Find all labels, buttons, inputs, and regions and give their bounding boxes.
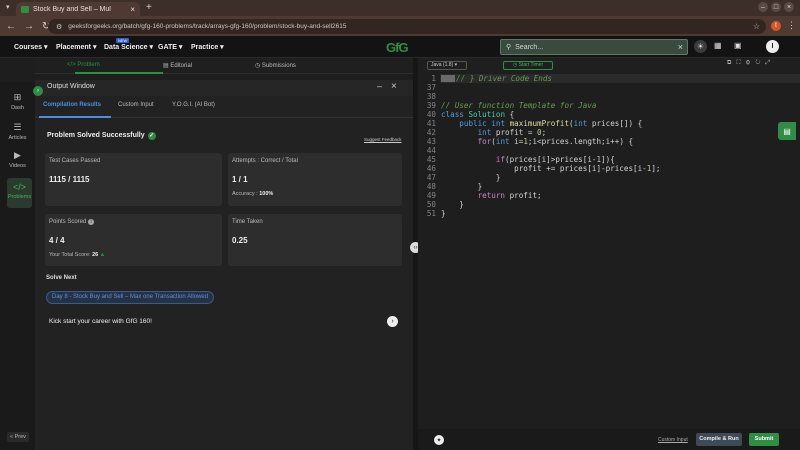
reset-icon[interactable]: ↻ [755,60,765,66]
arrow-up-icon: ▲ [99,252,106,258]
close-output-icon[interactable]: × [391,81,397,92]
time-label: Time Taken [232,219,263,225]
tab-search-icon[interactable]: ▾ [6,3,10,11]
output-window: Output Window – × Compilation Results Cu… [35,80,413,450]
collapse-panel-icon[interactable]: › [33,86,43,96]
time-card: Time Taken 0.25 [228,214,402,266]
search-placeholder: Search... [515,43,544,51]
gfg-logo[interactable]: GfG [386,40,409,55]
total-score: Your Total Score: 26 ▲ [49,252,106,258]
active-tab-underline [75,72,163,74]
solved-status: Problem Solved Successfully ✓ [47,132,156,140]
close-window-icon[interactable]: × [784,2,794,12]
editor-actions: ⧉⛶⚙↻⤢ [727,60,775,67]
rail-problems[interactable]: </> Problems [7,178,32,208]
fold-marker[interactable] [441,75,455,82]
accuracy: Accuracy : 100% [232,191,274,197]
start-timer-button[interactable]: ◷ Start Timer [503,61,553,70]
points-value: 4 / 4 [49,236,65,245]
tab-compilation-results[interactable]: Compilation Results [43,102,101,108]
prev-button[interactable]: « Prev [7,432,29,442]
close-tab-icon[interactable]: × [130,5,135,14]
suggest-feedback-link[interactable]: Suggest Feedback [364,137,402,142]
attempts-label: Attempts : Correct / Total [232,158,298,164]
browser-tab[interactable]: Stock Buy and Sell – Mul × [16,2,140,16]
forward-icon[interactable]: → [24,21,34,32]
output-header: Output Window – × [35,80,413,96]
tab-custom-input[interactable]: Custom Input [118,102,154,108]
minimize-icon[interactable]: – [758,2,768,12]
nav-data-science[interactable]: Data Science ▾ [104,43,153,51]
maximize-icon[interactable]: □ [771,2,781,12]
tab-yogi-ai-bot[interactable]: Y.O.G.I. (AI Bot) [172,102,215,108]
new-badge: NEW [116,38,130,43]
fullscreen-icon[interactable]: ⛶ [736,60,745,66]
output-title: Output Window [47,83,95,90]
editor-footer [418,429,800,450]
solve-next-heading: Solve Next [46,275,77,281]
tests-value: 1115 / 1115 [49,175,90,184]
output-tabs: Compilation Results Custom Input Y.O.G.I… [35,96,413,118]
rail-videos[interactable]: ▶ Videos [0,150,35,169]
avatar[interactable]: I [766,40,779,53]
check-circle-icon: ✓ [147,132,156,140]
theme-toggle-icon[interactable]: ☀ [694,40,707,53]
tests-card: Test Cases Passed 1115 / 1115 [45,153,222,206]
back-icon[interactable]: ← [6,21,16,32]
tab-problem[interactable]: </> Problem [67,62,100,68]
url-text: geeksforgeeks.org/batch/gfg-160-problems… [68,23,347,30]
time-value: 0.25 [232,236,248,245]
points-label: Points Scored i [49,219,95,225]
compile-run-button[interactable]: Compile & Run [696,433,742,446]
tests-label: Test Cases Passed [49,158,101,164]
expand-icon[interactable]: ⤢ [765,60,775,66]
tab-submissions[interactable]: ◷ Submissions [255,62,296,69]
code-icon: </> [12,182,26,192]
lightbulb-icon[interactable]: ✦ [434,435,444,445]
nav-gate[interactable]: GATE ▾ [158,43,182,51]
search-input[interactable]: ⚲ Search... × [500,39,688,55]
minimize-output-icon[interactable]: – [377,81,382,91]
active-output-tab-underline [39,116,111,118]
site-info-icon[interactable]: ⚙ [56,23,62,31]
search-icon: ⚲ [506,44,512,51]
left-rail: ⊞ Dash ☰ Articles ▶ Videos </> Problems [0,82,35,450]
code-editor[interactable]: 1// } Driver Code Ends 37 38 39// User f… [418,72,800,429]
tab-title: Stock Buy and Sell – Mul [33,5,111,13]
rail-articles[interactable]: ☰ Articles [0,122,35,141]
browser-tab-strip: ▾ Stock Buy and Sell – Mul × + – □ × [0,0,800,16]
attempts-value: 1 / 1 [232,175,248,184]
browser-menu-icon[interactable]: ⋮ [787,20,796,31]
points-card: Points Scored i 4 / 4 Your Total Score: … [45,214,222,266]
new-tab-icon[interactable]: + [146,2,152,13]
gfg-favicon-icon [21,5,29,13]
chat-icon[interactable]: ▤ [778,122,796,140]
language-select[interactable]: Java (1.8) ▾ [427,61,467,70]
nav-placement[interactable]: Placement ▾ [56,43,96,51]
articles-icon: ☰ [13,122,22,132]
nav-courses[interactable]: Courses ▾ [14,43,47,51]
apps-icon[interactable]: ▦ [714,41,722,50]
settings-icon[interactable]: ⚙ [746,60,756,66]
extension-icon[interactable]: t [771,21,781,31]
dashboard-icon: ⊞ [13,92,22,102]
copy-icon[interactable]: ⧉ [727,60,736,66]
problem-subheader: </> Problem ▤ Editorial ◷ Submissions [35,58,413,74]
kickstart-text: Kick start your career with GfG 160! [49,318,152,325]
submit-button[interactable]: Submit [749,433,779,446]
next-problem-chip[interactable]: Day 8 - Stock Buy and Sell – Max one Tra… [46,291,215,304]
clear-search-icon[interactable]: × [678,42,683,52]
rail-dash[interactable]: ⊞ Dash [0,92,35,111]
window-controls: – □ × [758,2,794,12]
bookmark-star-icon[interactable]: ☆ [753,22,760,31]
attempts-card: Attempts : Correct / Total 1 / 1 Accurac… [228,153,402,206]
nav-practice[interactable]: Practice ▾ [191,43,224,51]
language-icon[interactable]: ▣ [734,41,742,50]
info-icon[interactable]: i [88,219,95,225]
address-bar[interactable]: ⚙ geeksforgeeks.org/batch/gfg-160-proble… [48,19,766,34]
tab-editorial[interactable]: ▤ Editorial [163,62,192,69]
videos-icon: ▶ [14,150,21,160]
arrow-right-icon[interactable]: › [387,316,398,327]
custom-input-link[interactable]: Custom Input [658,437,688,443]
